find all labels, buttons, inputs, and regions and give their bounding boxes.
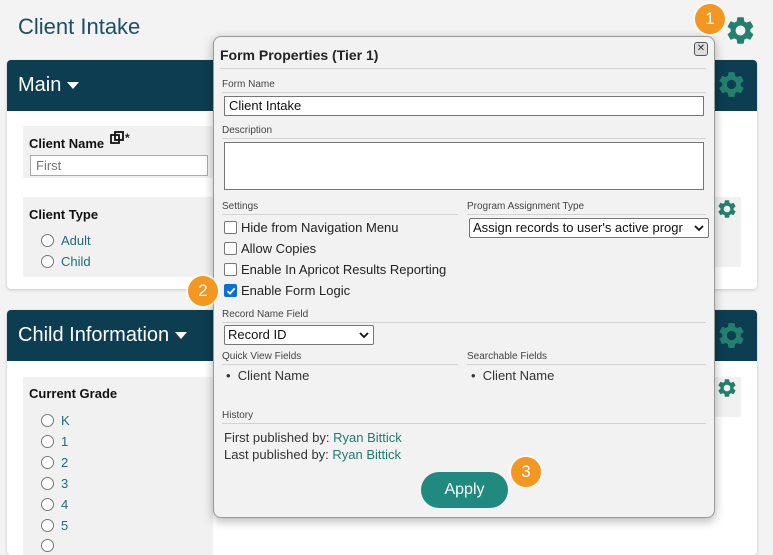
client-type-label: Client Type (29, 207, 99, 222)
radio-grade-4[interactable]: 4 (41, 497, 68, 512)
caret-down-icon[interactable] (67, 82, 80, 89)
step-badge-3: 3 (511, 457, 541, 487)
searchable-field-item: • Client Name (471, 368, 555, 383)
description-label: Description (222, 125, 273, 136)
checkbox-hide-from-navigation[interactable]: Hide from Navigation Menu (224, 220, 399, 235)
section-title: Child Information (18, 324, 170, 346)
radio-child[interactable]: Child (41, 254, 91, 269)
form-name-input[interactable]: Client Intake (224, 96, 704, 116)
program-assignment-label: Program Assignment Type (467, 201, 585, 212)
program-assignment-select[interactable]: Assign records to user's active progr (469, 218, 709, 238)
form-properties-dialog: Form Properties (Tier 1) ✕ Form Name Cli… (213, 36, 715, 518)
first-published-line: First published by: Ryan Bittick (224, 430, 402, 445)
radio-grade-1[interactable]: 1 (41, 434, 68, 449)
divider (222, 423, 706, 424)
copy-icon[interactable] (110, 131, 124, 145)
checkmark-icon[interactable] (224, 284, 237, 297)
checkbox-allow-copies[interactable]: Allow Copies (224, 241, 316, 256)
chevron-down-icon (359, 332, 369, 339)
record-name-select[interactable]: Record ID (224, 325, 374, 345)
quick-view-fields-label: Quick View Fields (222, 351, 302, 362)
radio-grade-partial[interactable] (41, 539, 61, 552)
gear-icon[interactable] (724, 14, 757, 47)
page-title: Client Intake (18, 14, 141, 39)
history-label: History (222, 410, 254, 421)
description-textarea[interactable] (224, 142, 704, 190)
required-mark: * (125, 131, 130, 145)
caret-down-icon[interactable] (175, 332, 188, 339)
settings-label: Settings (222, 201, 259, 212)
gear-icon[interactable] (716, 320, 747, 351)
current-grade-field: Current Grade K 1 2 3 4 5 (23, 377, 213, 555)
dialog-title: Form Properties (Tier 1) (220, 47, 379, 63)
first-published-user-link[interactable]: Ryan Bittick (333, 430, 402, 445)
step-badge-1: 1 (695, 4, 725, 34)
checkbox-enable-results-reporting[interactable]: Enable In Apricot Results Reporting (224, 262, 446, 277)
divider (467, 214, 706, 215)
step-badge-2: 2 (188, 276, 218, 306)
divider (222, 214, 458, 215)
client-name-label: Client Name (29, 136, 105, 151)
divider (222, 138, 706, 139)
gear-icon[interactable] (716, 198, 738, 220)
last-published-line: Last published by: Ryan Bittick (224, 447, 402, 462)
divider (220, 68, 706, 69)
section-title: Main (18, 74, 62, 96)
divider (222, 92, 706, 93)
client-type-field: Client Type Adult Child (23, 197, 213, 277)
client-name-field: Client Name * (23, 126, 213, 178)
radio-grade-2[interactable]: 2 (41, 455, 68, 470)
gear-icon[interactable] (716, 69, 747, 100)
close-icon[interactable]: ✕ (694, 42, 708, 56)
record-name-field-label: Record Name Field (222, 309, 309, 320)
form-name-label: Form Name (222, 79, 275, 90)
first-name-input[interactable] (30, 155, 208, 176)
divider (222, 322, 706, 323)
radio-adult[interactable]: Adult (41, 233, 91, 248)
radio-grade-5[interactable]: 5 (41, 518, 68, 533)
chevron-down-icon (694, 225, 704, 232)
divider (467, 364, 706, 365)
checkbox-enable-form-logic[interactable]: Enable Form Logic (224, 283, 350, 298)
divider (222, 364, 458, 365)
gear-icon[interactable] (716, 377, 738, 399)
quick-view-field-item: • Client Name (226, 368, 310, 383)
radio-grade-k[interactable]: K (41, 413, 70, 428)
apply-button[interactable]: Apply (421, 472, 508, 508)
searchable-fields-label: Searchable Fields (467, 351, 548, 362)
current-grade-label: Current Grade (29, 386, 118, 401)
last-published-user-link[interactable]: Ryan Bittick (332, 447, 401, 462)
radio-grade-3[interactable]: 3 (41, 476, 68, 491)
